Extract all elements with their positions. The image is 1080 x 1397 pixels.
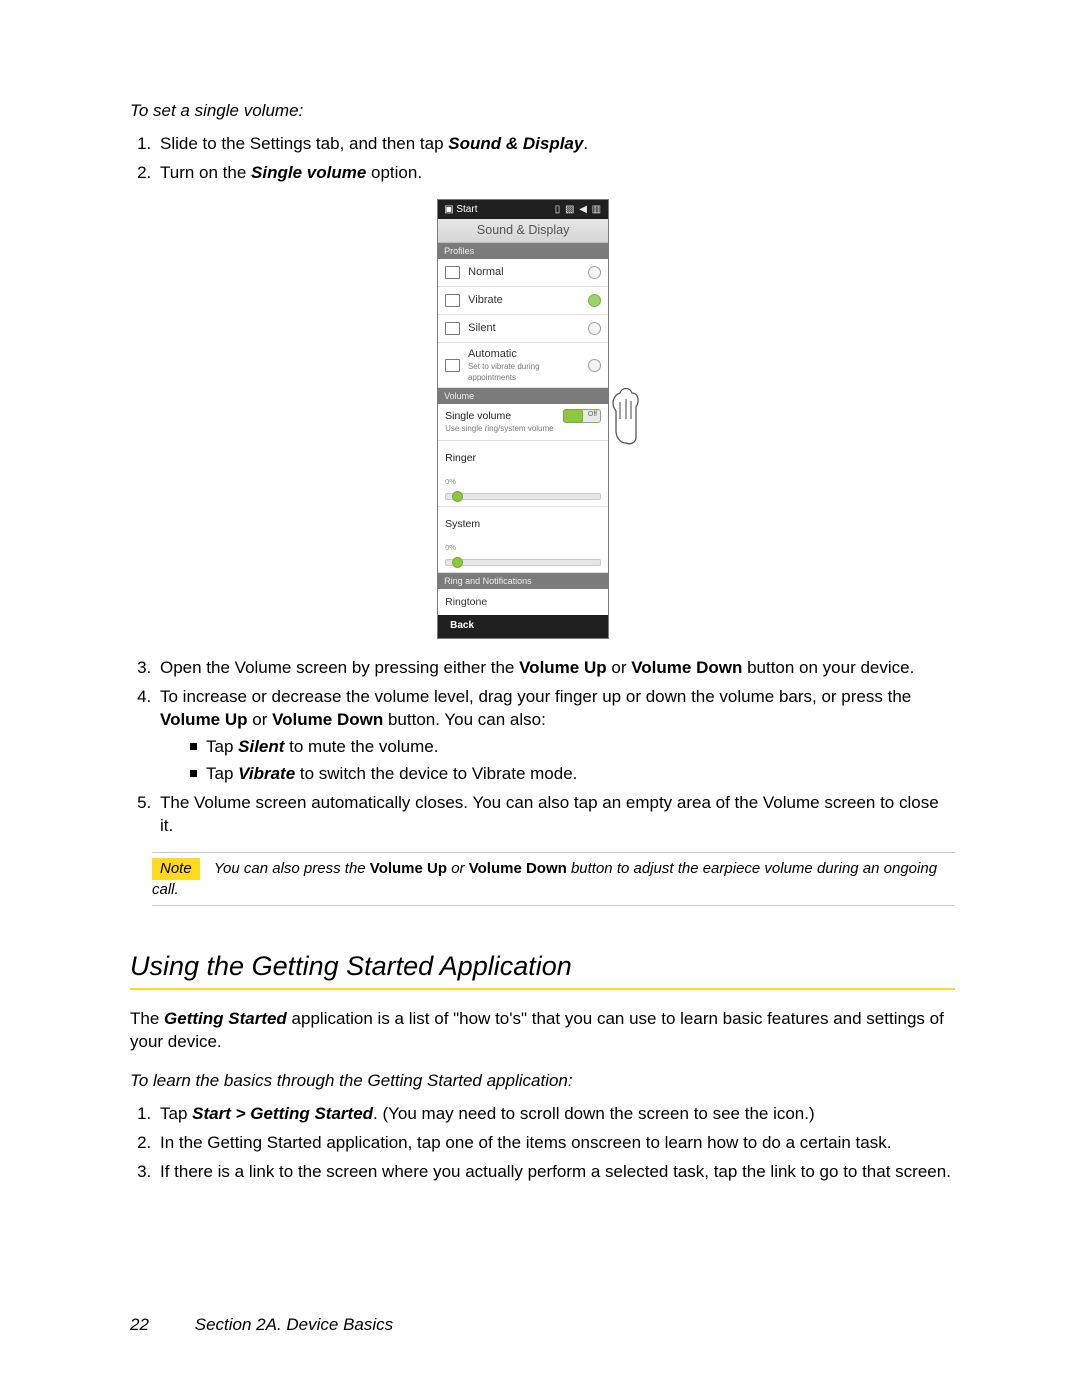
page-footer: 22 Section 2A. Device Basics <box>130 1314 393 1337</box>
steps-list-3: Tap Start > Getting Started. (You may ne… <box>130 1103 955 1184</box>
ringer-slider: Ringer 0% <box>438 441 608 507</box>
sub-list: Tap Silent to mute the volume. Tap Vibra… <box>160 736 955 786</box>
back-softkey: Back <box>438 615 608 638</box>
steps-list-1: Slide to the Settings tab, and then tap … <box>130 133 955 185</box>
sub-2: Tap Vibrate to switch the device to Vibr… <box>190 763 955 786</box>
phone-icon <box>445 266 460 279</box>
step-1: Slide to the Settings tab, and then tap … <box>156 133 955 156</box>
profiles-header: Profiles <box>438 243 608 259</box>
manual-page: To set a single volume: Slide to the Set… <box>0 0 1080 1397</box>
radio-vibrate <box>588 294 601 307</box>
section-heading: Using the Getting Started Application <box>130 948 955 984</box>
radio-silent <box>588 322 601 335</box>
sub-1: Tap Silent to mute the volume. <box>190 736 955 759</box>
start-label: ▣ Start <box>444 203 477 217</box>
step-5: The Volume screen automatically closes. … <box>156 792 955 838</box>
section-intro: The Getting Started application is a lis… <box>130 1008 955 1054</box>
hand-icon <box>608 377 648 454</box>
section-label: Section 2A. Device Basics <box>195 1315 393 1334</box>
gs-step-3: If there is a link to the screen where y… <box>156 1161 955 1184</box>
ringtone-row: Ringtone <box>438 589 608 615</box>
procedure-heading-2: To learn the basics through the Getting … <box>130 1070 955 1093</box>
status-icons: ▯ ▧ ◀ ▥ <box>555 203 602 217</box>
radio-normal <box>588 266 601 279</box>
device-screen: ▣ Start ▯ ▧ ◀ ▥ Sound & Display Profiles… <box>437 199 609 639</box>
note-box: Note You can also press the Volume Up or… <box>152 852 955 907</box>
page-number: 22 <box>130 1314 190 1337</box>
section-rule <box>130 988 955 990</box>
phone-icon <box>445 322 460 335</box>
ring-notif-header: Ring and Notifications <box>438 573 608 589</box>
procedure-heading-1: To set a single volume: <box>130 100 955 123</box>
screen-title: Sound & Display <box>438 219 608 243</box>
titlebar: ▣ Start ▯ ▧ ◀ ▥ <box>438 200 608 220</box>
single-volume-toggle: Off <box>563 409 601 423</box>
system-slider: System 0% <box>438 507 608 573</box>
radio-automatic <box>588 359 601 372</box>
step-4: To increase or decrease the volume level… <box>156 686 955 786</box>
profile-silent: Silent <box>438 315 608 343</box>
volume-header: Volume <box>438 388 608 404</box>
note-body: You can also press the Volume Up or Volu… <box>152 860 937 898</box>
profile-automatic: Automatic Set to vibrate during appointm… <box>438 343 608 388</box>
profile-vibrate: Vibrate <box>438 287 608 315</box>
device-figure: ▣ Start ▯ ▧ ◀ ▥ Sound & Display Profiles… <box>130 199 955 639</box>
gs-step-2: In the Getting Started application, tap … <box>156 1132 955 1155</box>
note-tag: Note <box>152 858 200 880</box>
step-3: Open the Volume screen by pressing eithe… <box>156 657 955 680</box>
phone-icon <box>445 359 460 372</box>
step-2: Turn on the Single volume option. <box>156 162 955 185</box>
phone-icon <box>445 294 460 307</box>
profile-normal: Normal <box>438 259 608 287</box>
steps-list-2: Open the Volume screen by pressing eithe… <box>130 657 955 838</box>
gs-step-1: Tap Start > Getting Started. (You may ne… <box>156 1103 955 1126</box>
single-volume-row: Off Single volume Use single ring/system… <box>438 404 608 441</box>
